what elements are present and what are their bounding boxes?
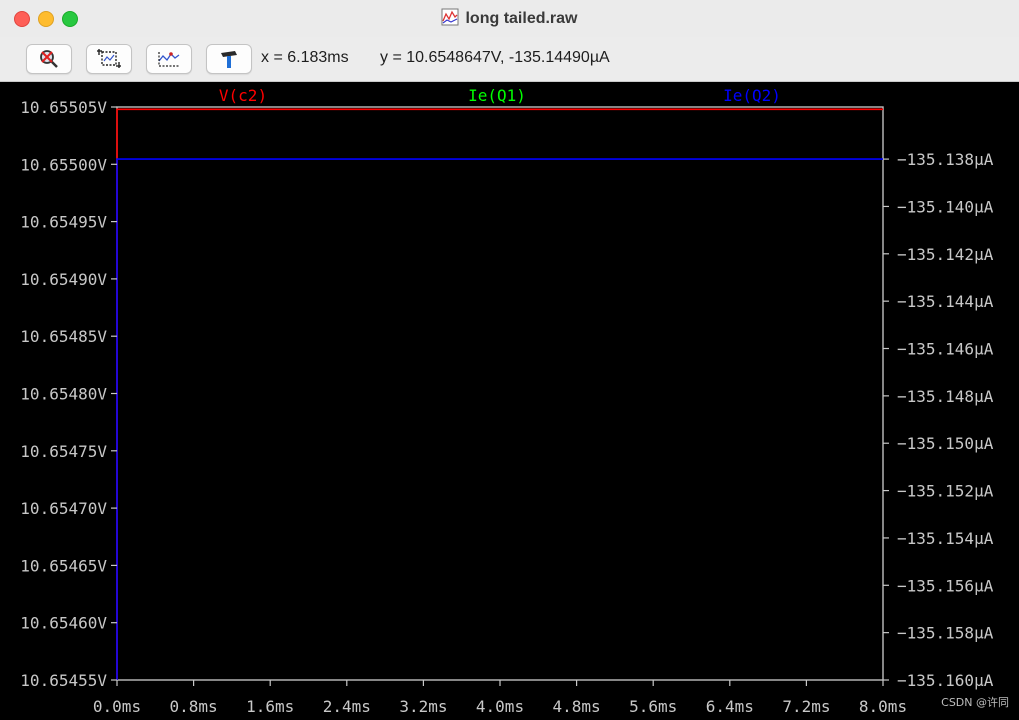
trace-legend: V(c2) Ie(Q1) Ie(Q2) [219,86,781,105]
y-left-tick-label: 10.65490V [20,270,107,289]
plot-area: 0.0ms 0.8ms 1.6ms 2.4ms 3.2ms 4.0ms 4.8ms 5.6ms… [0,82,1019,720]
cursor-y-readout: y = 10.6548647V, -135.14490µA [380,49,610,66]
y-axis-right: −135.138µA −135.140µA −135.142µA −135.144µA… [883,150,994,690]
y-left-tick-label: 10.65465V [20,556,107,575]
waveform-chart[interactable]: 0.0ms 0.8ms 1.6ms 2.4ms 3.2ms 4.0ms 4.8ms 5.6ms… [0,82,1019,720]
zoom-box-icon [97,49,121,68]
y-axis-left: 10.65505V 10.65500V 10.65495V 10.65490V 10.6… [20,98,117,690]
window-title-group: long tailed.raw [0,8,1019,28]
y-right-tick-label: −135.138µA [897,150,994,169]
y-left-tick-label: 10.65470V [20,499,107,518]
x-tick-label: 0.0ms [93,697,141,716]
x-tick-label: 6.4ms [706,697,754,716]
y-right-tick-label: −135.158µA [897,624,994,643]
x-tick-label: 7.2ms [782,697,830,716]
x-tick-label: 5.6ms [629,697,677,716]
x-tick-label: 3.2ms [399,697,447,716]
pan-trace-icon [158,52,180,67]
window-title: long tailed.raw [465,10,578,27]
zoom-box-button[interactable] [86,44,132,74]
x-tick-label: 8.0ms [859,697,907,716]
pan-button[interactable] [146,44,192,74]
y-right-tick-label: −135.150µA [897,434,994,453]
y-right-tick-label: −135.146µA [897,340,994,359]
y-left-tick-label: 10.65485V [20,327,107,346]
y-right-tick-label: −135.152µA [897,482,994,501]
x-axis: 0.0ms 0.8ms 1.6ms 2.4ms 3.2ms 4.0ms 4.8ms 5.6ms… [93,680,907,716]
y-left-tick-label: 10.65480V [20,385,107,404]
y-left-tick-label: 10.65505V [20,98,107,117]
x-tick-label: 2.4ms [323,697,371,716]
y-left-tick-label: 10.65495V [20,213,107,232]
x-tick-label: 1.6ms [246,697,294,716]
plot-frame [116,106,884,681]
y-left-tick-label: 10.65455V [20,671,107,690]
settings-button[interactable] [206,44,252,74]
y-right-tick-label: −135.156µA [897,576,994,595]
y-left-tick-label: 10.65475V [20,442,107,461]
y-left-tick-label: 10.65500V [20,155,107,174]
legend-label[interactable]: Ie(Q2) [723,86,781,105]
x-tick-label: 4.8ms [553,697,601,716]
x-tick-label: 0.8ms [170,697,218,716]
y-right-tick-label: −135.140µA [897,197,994,216]
watermark-text: CSDN @许同 [941,696,1009,709]
legend-label[interactable]: Ie(Q1) [468,86,526,105]
x-tick-label: 4.0ms [476,697,524,716]
magnifier-cross-icon [40,50,58,68]
autorange-button[interactable] [26,44,72,74]
y-right-tick-label: −135.148µA [897,387,994,406]
y-right-tick-label: −135.142µA [897,245,994,264]
cursor-x-readout: x = 6.183ms [261,49,349,66]
toolbar: x = 6.183ms y = 10.6548647V, -135.14490µ… [0,37,1019,82]
y-left-tick-label: 10.65460V [20,614,107,633]
y-right-tick-label: −135.154µA [897,529,994,548]
hammer-icon [221,51,237,68]
waveform-viewer-window: long tailed.raw x = 6.183ms y = 10.65486… [0,0,1019,720]
waveform-file-icon [441,8,459,26]
legend-label[interactable]: V(c2) [219,86,267,105]
y-right-tick-label: −135.144µA [897,292,994,311]
y-right-tick-label: −135.160µA [897,671,994,690]
title-bar: long tailed.raw [0,0,1019,37]
